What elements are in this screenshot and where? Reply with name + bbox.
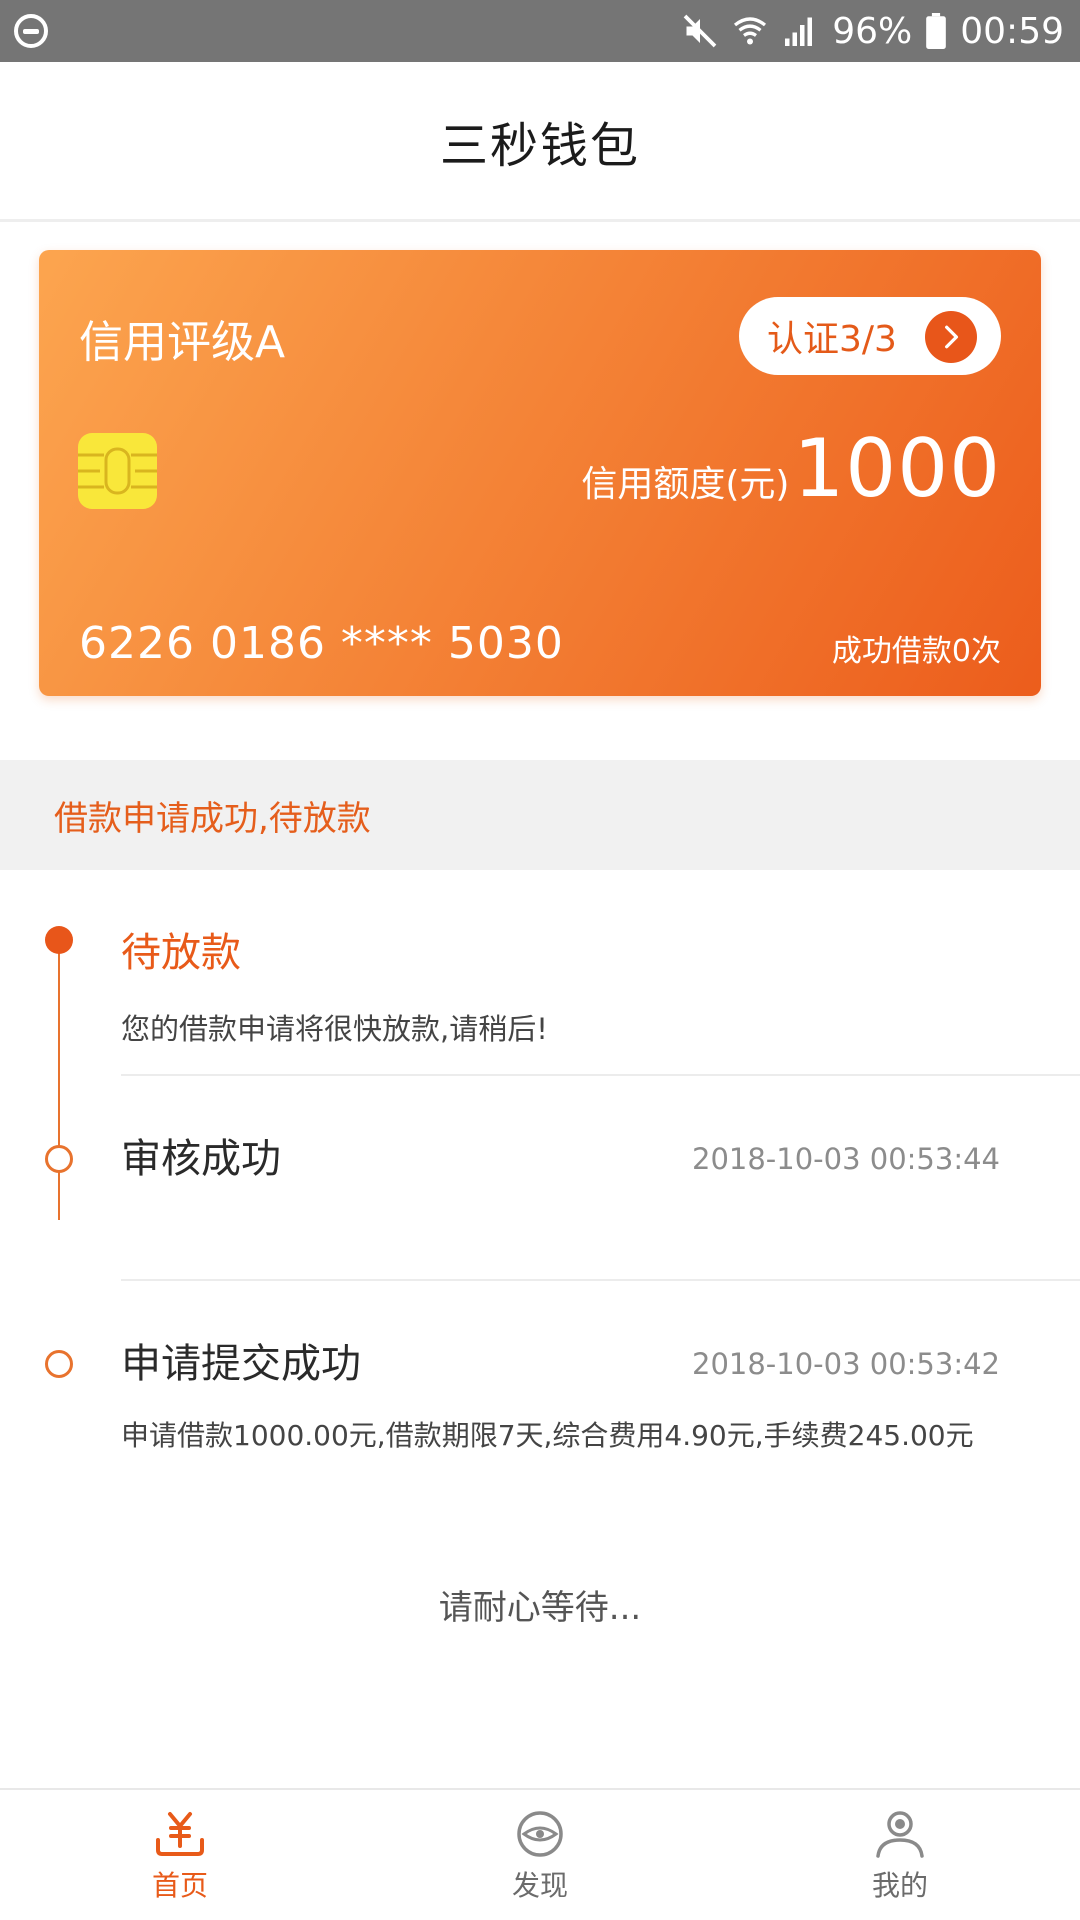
timeline-step-description: 您的借款申请将很快放款,请稍后! xyxy=(121,1012,548,1046)
timeline-divider xyxy=(121,1074,1080,1076)
timeline-line xyxy=(58,940,60,1220)
credit-card: 信用评级A 认证3/3 信用额度(元) 1000 6226 0186 **** … xyxy=(39,250,1041,696)
bottom-tab-bar: 首页 发现 我的 xyxy=(0,1788,1080,1920)
credit-limit: 信用额度(元) 1000 xyxy=(581,422,1001,515)
certification-button[interactable]: 认证3/3 xyxy=(739,297,1001,375)
mute-icon xyxy=(682,13,718,49)
timeline-step-time: 2018-10-03 00:53:42 xyxy=(692,1347,1000,1381)
certification-label: 认证3/3 xyxy=(767,319,897,360)
credit-limit-value: 1000 xyxy=(793,422,1001,515)
timeline-dot xyxy=(45,1350,73,1378)
timeline-dot xyxy=(45,1145,73,1173)
tab-label: 发现 xyxy=(511,1869,568,1902)
person-icon xyxy=(876,1811,924,1858)
home-yuan-icon xyxy=(156,1812,204,1856)
timeline-step-title: 审核成功 xyxy=(121,1136,281,1182)
eye-icon xyxy=(517,1811,563,1857)
page-title: 三秒钱包 xyxy=(439,117,640,174)
loan-status-text: 借款申请成功,待放款 xyxy=(54,798,371,839)
tab-mine[interactable]: 我的 xyxy=(720,1790,1080,1920)
tab-discover[interactable]: 发现 xyxy=(360,1790,720,1920)
credit-limit-label: 信用额度(元) xyxy=(581,464,790,505)
tab-home[interactable]: 首页 xyxy=(0,1790,360,1920)
timeline-dot-active xyxy=(45,926,73,954)
status-bar: 96% 00:59 xyxy=(0,0,1080,62)
tab-label: 首页 xyxy=(151,1869,208,1902)
battery-percent: 96% xyxy=(832,10,913,52)
app-bar: 三秒钱包 xyxy=(0,62,1080,222)
loan-status-banner: 借款申请成功,待放款 xyxy=(0,760,1080,870)
timeline-step-title: 申请提交成功 xyxy=(121,1341,361,1387)
clock: 00:59 xyxy=(960,10,1064,52)
timeline-step-description: 申请借款1000.00元,借款期限7天,综合费用4.90元,手续费245.00元 xyxy=(121,1419,974,1452)
timeline-step-title: 待放款 xyxy=(121,930,241,976)
battery-icon xyxy=(926,13,947,49)
timeline-divider xyxy=(121,1279,1080,1281)
loan-count: 成功借款0次 xyxy=(831,634,1001,669)
card-chip-icon xyxy=(78,433,157,509)
signal-icon xyxy=(782,13,818,49)
wifi-icon xyxy=(732,13,768,49)
timeline-step-time: 2018-10-03 00:53:44 xyxy=(692,1142,1000,1176)
loan-timeline: 待放款 您的借款申请将很快放款,请稍后! 审核成功 2018-10-03 00:… xyxy=(0,870,1080,1470)
card-number: 6226 0186 **** 5030 xyxy=(79,618,564,669)
wait-message: 请耐心等待... xyxy=(438,1588,642,1628)
do-not-disturb-icon xyxy=(14,14,48,48)
tab-label: 我的 xyxy=(871,1869,928,1902)
chevron-right-icon xyxy=(925,311,977,363)
credit-rating: 信用评级A xyxy=(79,317,286,368)
